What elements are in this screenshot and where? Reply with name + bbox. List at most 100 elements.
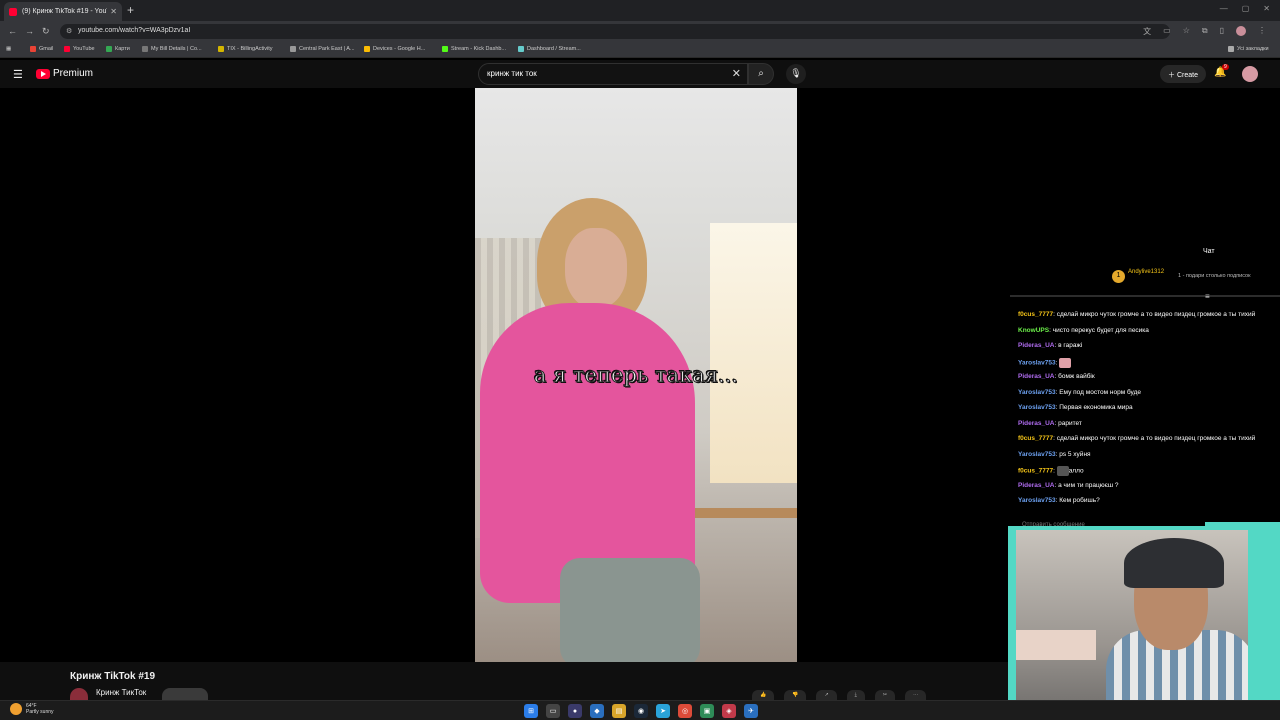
url-field[interactable]: ⚙ youtube.com/watch?v=WA3pDzv1aI [60,24,1170,39]
bookmark-star-icon[interactable]: ☆ [1183,26,1190,37]
chat-text: Кем робишь? [1059,497,1100,504]
like-button[interactable]: 👍 [752,690,775,700]
webcam-frame [1008,526,1280,720]
chat-username[interactable]: Yaroslav753 [1018,497,1056,504]
app-obs-icon[interactable]: ● [568,704,582,718]
chat-message: KnowUPS: чисто перекус будет для песика [1018,327,1280,343]
chat-username[interactable]: Pideras_UA [1018,482,1055,489]
create-button[interactable]: ＋ Create [1160,65,1206,83]
chat-text: Первая економика мира [1059,404,1133,411]
close-tab-icon[interactable]: ✕ [110,7,117,16]
clear-search-icon[interactable]: ✕ [732,67,741,80]
bookmark-gmail[interactable]: Gmail [30,46,53,52]
chat-username[interactable]: Yaroslav753 [1018,389,1056,396]
weather-widget[interactable]: 64°F Partly sunny [10,703,54,715]
channel-name[interactable]: Кринж ТикТок [96,688,146,697]
chat-username[interactable]: f0cus_7777 [1018,311,1053,318]
voice-search-button[interactable]: 🎙 [786,64,806,84]
minimize-icon[interactable]: — [1220,4,1228,13]
chat-divider [1010,295,1280,297]
download-button[interactable]: ⤓ [846,690,865,700]
chat-username[interactable]: Yaroslav753 [1018,404,1056,411]
reload-icon[interactable]: ↻ [42,26,50,37]
app-red-icon[interactable]: ◈ [722,704,736,718]
bookmark-tix[interactable]: TIX - BillingActivity [218,46,273,52]
new-tab-icon[interactable]: + [127,3,134,17]
chat-username[interactable]: f0cus_7777 [1018,468,1053,475]
channel-avatar[interactable] [70,688,88,700]
tab-title: (9) Кринж TikTok #19 - YouTube [22,8,107,15]
more-button[interactable]: ⋯ [905,690,927,700]
address-bar-row: ← → ↻ ⚙ youtube.com/watch?v=WA3pDzv1aI 文… [0,21,1280,42]
bookmark-devices[interactable]: Devices - Google H... [364,46,425,52]
bookmark-bill[interactable]: My Bill Details | Co... [142,46,202,52]
chat-text: сделай микро чуток громче а то видео пиз… [1056,311,1256,318]
clip-button[interactable]: ✂ [874,690,896,700]
youtube-favicon-icon [9,7,17,16]
weather-text: Partly sunny [26,709,54,715]
chat-text: чисто перекус будет для песика [1052,326,1149,334]
bookmark-youtube[interactable]: YouTube [64,46,95,52]
search-input[interactable]: кринж тик ток ✕ [478,63,748,85]
create-label: Create [1176,72,1198,79]
chat-username[interactable]: Pideras_UA [1018,420,1055,427]
chrome-icon[interactable]: ◎ [678,704,692,718]
logo-text: Premium [53,68,94,79]
bookmark-kick[interactable]: Stream - Kick Dashb... [442,46,506,52]
bookmark-maps[interactable]: Карти [106,46,130,52]
maximize-icon[interactable]: ▢ [1242,4,1250,13]
chat-username[interactable]: KnowUPS [1018,327,1049,334]
telegram-icon[interactable]: ➤ [656,704,670,718]
chat-message: Yaroslav753: Ему под мостом норм буде [1018,389,1280,405]
chat-messages: f0cus_7777: сделай микро чуток громче а … [1018,311,1280,513]
share-button[interactable]: ↗ [816,690,837,700]
cast-icon[interactable]: ▭ [1163,26,1171,37]
bookmark-dashboard[interactable]: Dashboard / Stream... [518,46,581,52]
file-explorer-icon[interactable]: ▤ [612,704,626,718]
pinned-gift: 1 Andylive1312 1 - подари столько подпис… [1110,268,1280,290]
video-player[interactable]: а я теперь такая... [475,88,797,662]
all-bookmarks[interactable]: Усі закладки [1228,46,1269,52]
windows-taskbar: 64°F Partly sunny ⊞ ▭ ● ◆ ▤ ◉ ➤ ◎ ▣ ◈ ✈ [0,700,1280,720]
chat-text: сделай микро чуток громче а то видео пиз… [1056,435,1256,442]
browser-tab[interactable]: (9) Кринж TikTok #19 - YouTube ✕ [4,2,122,21]
app-green-icon[interactable]: ▣ [700,704,714,718]
translate-icon[interactable]: 文 [1143,26,1151,37]
app-blue-icon[interactable]: ✈ [744,704,758,718]
chat-username[interactable]: f0cus_7777 [1018,435,1053,442]
menu-icon[interactable]: ⋮ [1258,26,1266,37]
subscribe-button[interactable] [162,688,208,700]
hamburger-menu-icon[interactable]: ☰ [13,68,23,81]
bookmark-central-park[interactable]: Central Park East | A... [290,46,355,52]
steam-icon[interactable]: ◉ [634,704,648,718]
profile-avatar[interactable] [1236,26,1246,36]
chat-message: f0cus_7777: сделай микро чуток громче а … [1018,435,1280,451]
sidebar-icon[interactable]: ▯ [1220,26,1224,37]
gift-badge-icon: 1 [1112,270,1125,283]
chat-username[interactable]: Yaroslav753 [1018,451,1056,458]
chat-message: f0cus_7777: алло [1018,466,1280,482]
video-title: Кринж TikTok #19 [70,671,156,682]
site-info-icon[interactable]: ⚙ [66,27,72,35]
chat-filter-icon[interactable]: ≡ [1205,292,1210,301]
chat-text: бомж вайбік [1058,373,1095,380]
chat-username[interactable]: Pideras_UA [1018,342,1055,349]
search-button[interactable]: ⌕ [748,63,774,85]
video-table [690,508,797,518]
back-icon[interactable]: ← [8,26,17,36]
apps-icon[interactable]: ▦ [6,46,11,52]
user-avatar[interactable] [1242,66,1258,82]
youtube-logo[interactable]: Premium [36,68,93,79]
chat-username[interactable]: Pideras_UA [1018,373,1055,380]
forward-icon[interactable]: → [25,26,34,36]
chat-username[interactable]: Yaroslav753 [1018,359,1056,366]
task-view-icon[interactable]: ▭ [546,704,560,718]
close-window-icon[interactable]: ✕ [1263,4,1270,13]
start-menu-icon[interactable]: ⊞ [524,704,538,718]
youtube-play-icon [36,68,50,79]
weather-sun-icon [10,703,22,715]
chat-message: Pideras_UA: а чим ти працюєш ? [1018,482,1280,498]
dislike-button[interactable]: 👎 [784,690,807,700]
extensions-icon[interactable]: ⧉ [1202,26,1208,37]
app-copilot-icon[interactable]: ◆ [590,704,604,718]
